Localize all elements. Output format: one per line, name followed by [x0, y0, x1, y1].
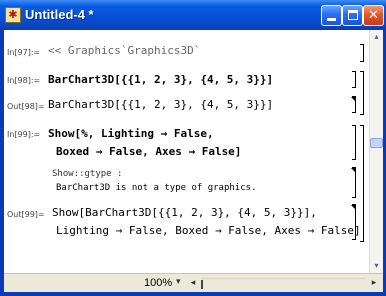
maximize-icon: [348, 10, 358, 20]
scroll-down-icon[interactable]: ▾: [370, 259, 383, 273]
status-bar: 100% ▾ ◂ ▸: [4, 273, 383, 292]
group-bracket-98[interactable]: [360, 71, 364, 115]
cell-label-in99: In[99]:=: [7, 130, 41, 139]
cell-input-in99-line2[interactable]: Boxed → False, Axes → False]: [56, 145, 241, 158]
cell-output-out98[interactable]: BarChart3D[{{1, 2, 3}, {4, 5, 3}}]: [48, 98, 273, 111]
close-icon: ✕: [368, 8, 379, 23]
window-frame-bottom: [0, 292, 386, 296]
cell-input-in97[interactable]: << Graphics`Graphics3D`: [48, 44, 200, 57]
cell-bracket-in98[interactable]: [352, 71, 356, 88]
cell-bracket-in99[interactable]: [352, 125, 356, 160]
scroll-up-icon[interactable]: ▴: [370, 30, 383, 44]
title-bar[interactable]: ✱ Untitled-4 * ✕: [0, 0, 386, 30]
vertical-scroll-thumb[interactable]: [370, 138, 383, 148]
cell-label-out99: Out[99]=: [7, 210, 45, 219]
window-title: Untitled-4 *: [25, 7, 94, 22]
notebook-content[interactable]: In[97]:= << Graphics`Graphics3D` In[98]:…: [4, 30, 369, 273]
horizontal-scroll-thumb[interactable]: [201, 280, 203, 289]
group-bracket-99[interactable]: [360, 125, 364, 242]
cell-input-in99-line1[interactable]: Show[%, Lighting → False,: [48, 127, 214, 140]
scroll-right-icon[interactable]: ▸: [368, 276, 380, 290]
cell-output-out99-line2[interactable]: Lighting → False, Boxed → False, Axes → …: [56, 224, 361, 237]
zoom-level[interactable]: 100%: [144, 277, 172, 290]
zoom-dropdown-icon[interactable]: ▾: [176, 276, 181, 289]
cell-bracket-out99[interactable]: [351, 204, 356, 240]
cell-label-in97: In[97]:=: [7, 48, 41, 57]
notebook-window: ✱ Untitled-4 * ✕ In[97]:= << Graphics`Gr…: [0, 0, 386, 296]
minimize-icon: [327, 18, 336, 21]
vertical-scrollbar[interactable]: ▴ ▾: [369, 30, 383, 273]
cell-label-out98: Out[98]=: [7, 102, 45, 111]
mathematica-app-icon: ✱: [5, 7, 21, 23]
cell-output-out99-line1[interactable]: Show[BarChart3D[{{1, 2, 3}, {4, 5, 3}}],: [52, 206, 317, 219]
close-button[interactable]: ✕: [363, 5, 384, 26]
scroll-left-icon[interactable]: ◂: [187, 276, 199, 290]
cell-bracket-message[interactable]: [351, 167, 356, 198]
horizontal-scroll-track[interactable]: [201, 278, 366, 289]
cell-bracket-out98[interactable]: [351, 96, 356, 113]
cell-label-in98: In[98]:=: [7, 76, 41, 85]
cell-bracket-in97[interactable]: [360, 44, 364, 62]
cell-input-in98[interactable]: BarChart3D[{{1, 2, 3}, {4, 5, 3}}]: [48, 73, 273, 86]
message-body: BarChart3D is not a type of graphics.: [56, 183, 257, 193]
message-head: Show::gtype :: [52, 169, 123, 179]
maximize-button[interactable]: [342, 5, 363, 26]
minimize-button[interactable]: [321, 5, 342, 26]
